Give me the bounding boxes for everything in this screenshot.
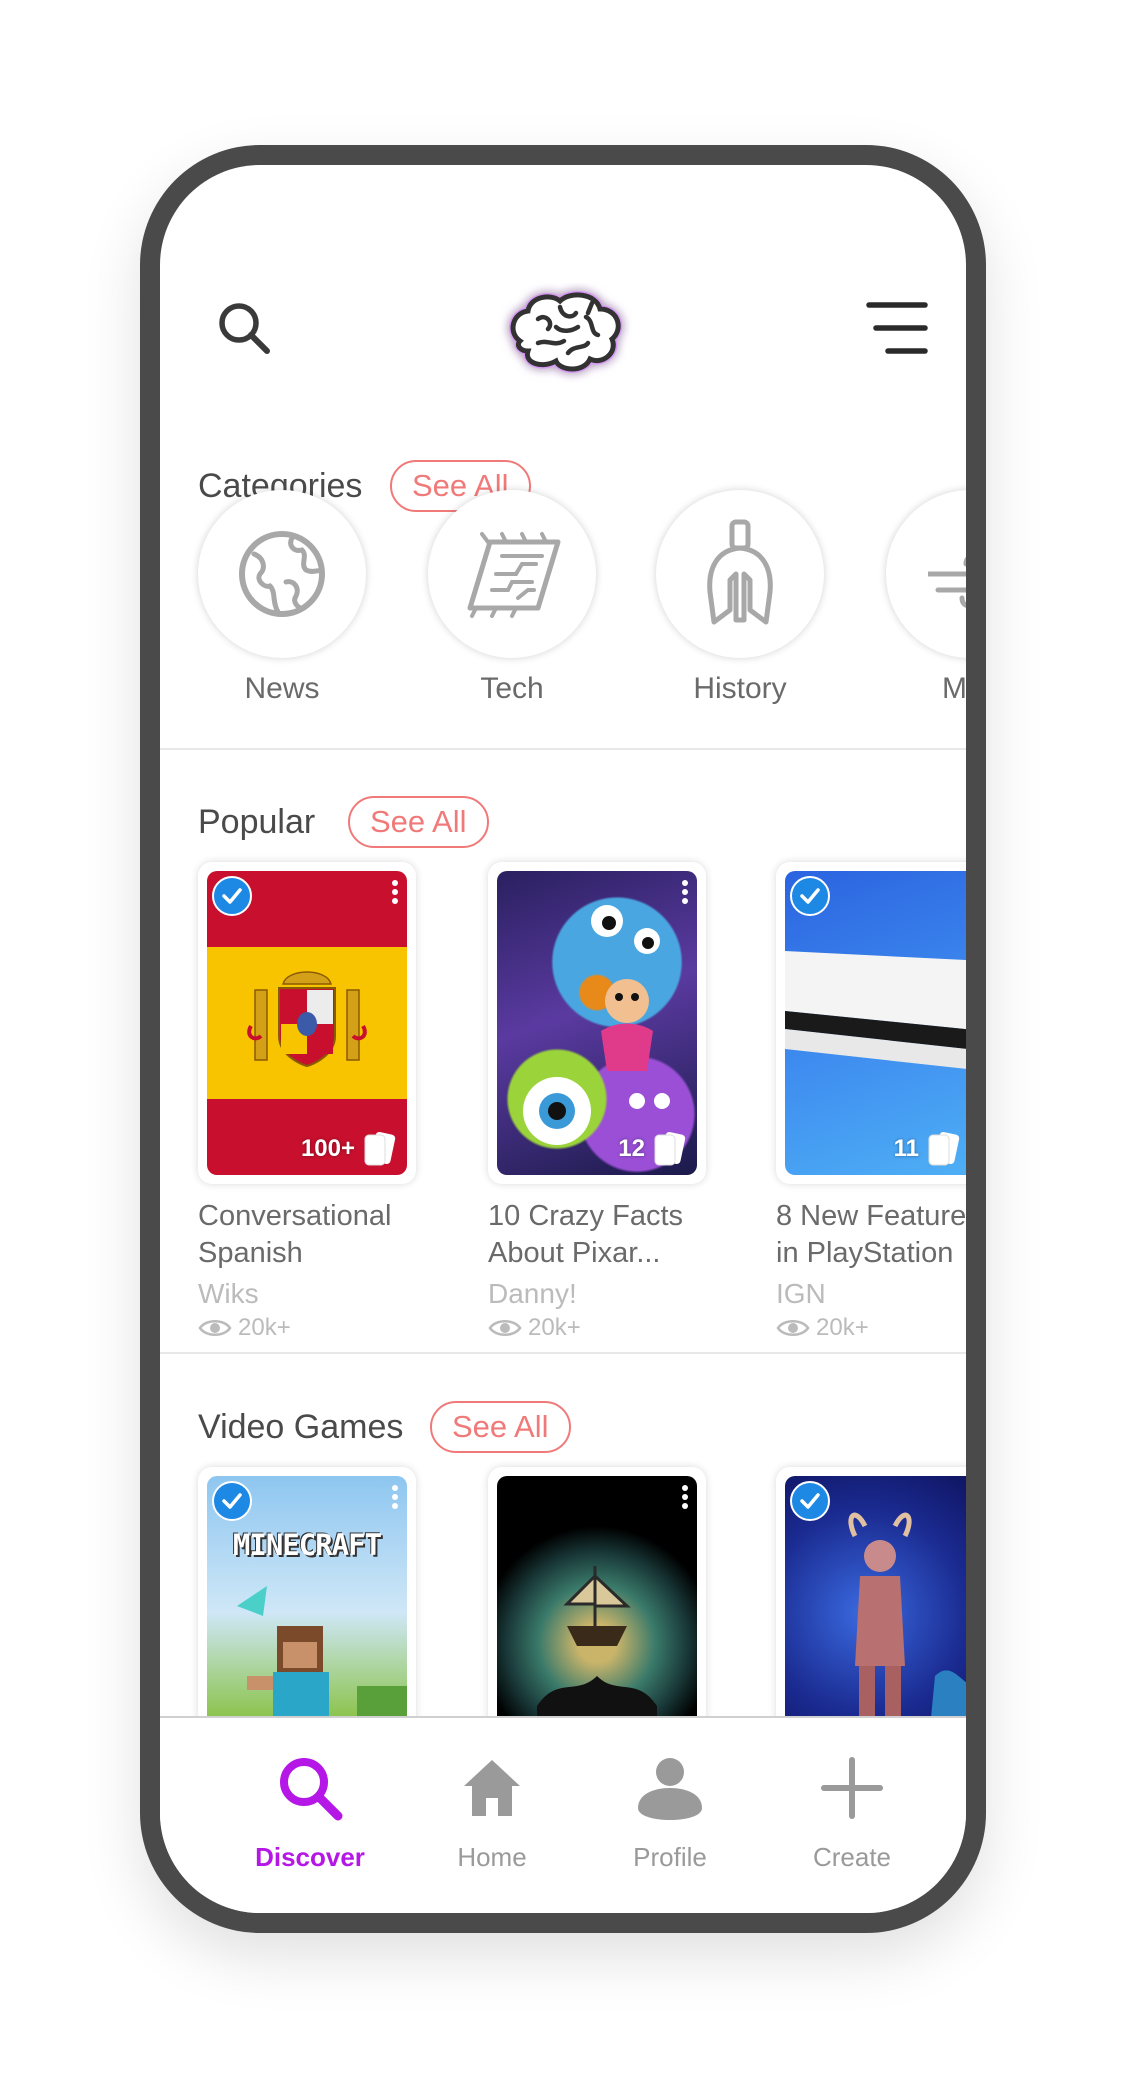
more-options-icon[interactable] [391, 1484, 399, 1510]
nav-profile[interactable]: Profile [600, 1748, 740, 1873]
more-options-icon[interactable] [681, 879, 689, 905]
card-image-pixar-monsters: 12 [497, 871, 697, 1175]
category-news[interactable]: News [198, 490, 366, 706]
section-divider [160, 748, 966, 750]
verified-badge-icon [790, 876, 830, 916]
popular-card[interactable]: 11 8 New Feature in PlayStation IGN 20k+ [776, 862, 966, 1342]
card-views: 20k+ [816, 1314, 869, 1341]
cards-stack-icon [928, 1131, 960, 1166]
phone-frame: Categories See All News Tech History M P… [140, 145, 986, 1933]
cards-stack-icon [364, 1131, 396, 1166]
brain-logo-icon[interactable] [498, 283, 632, 383]
popular-see-all-button[interactable]: See All [348, 796, 489, 848]
popular-card[interactable]: 12 10 Crazy Facts About Pixar... Danny! [488, 862, 706, 1342]
card-views: 20k+ [528, 1314, 581, 1341]
card-count: 11 [893, 1135, 919, 1162]
eye-icon [488, 1320, 522, 1336]
category-tech[interactable]: Tech [428, 490, 596, 706]
circuit-board-icon [467, 532, 561, 618]
minecraft-logo-text: MINECRAFT [232, 1528, 382, 1562]
verified-badge-icon [790, 1481, 830, 1521]
eye-icon [776, 1320, 810, 1336]
eye-icon [198, 1320, 232, 1336]
card-title: in PlayStation [776, 1237, 954, 1269]
menu-icon[interactable] [866, 299, 928, 357]
app-screen: Categories See All News Tech History M P… [160, 165, 966, 1913]
category-label: History [693, 672, 787, 705]
nav-label: Home [457, 1842, 527, 1872]
home-icon [464, 1760, 520, 1816]
section-divider [160, 1352, 966, 1354]
bottom-navigation: Discover Home Profile Create [160, 1716, 966, 1913]
popular-title: Popular [198, 803, 316, 841]
card-count: 100+ [300, 1135, 355, 1162]
card-title: About Pixar... [488, 1237, 661, 1269]
wind-icon [928, 557, 966, 608]
nav-home[interactable]: Home [422, 1748, 562, 1873]
card-author: Danny! [488, 1278, 577, 1309]
category-history[interactable]: History [656, 490, 824, 706]
card-title: Spanish [198, 1237, 303, 1269]
nav-label: Create [812, 1842, 892, 1872]
more-options-icon[interactable] [391, 879, 399, 905]
cards-stack-icon [654, 1131, 686, 1166]
nav-discover[interactable]: Discover [240, 1748, 380, 1873]
video-games-title: Video Games [198, 1408, 404, 1446]
card-image-spain-flag: 100+ [207, 871, 407, 1175]
category-label: Tech [480, 672, 544, 705]
more-options-icon[interactable] [681, 1484, 689, 1510]
category-label: News [244, 672, 320, 705]
popular-card[interactable]: 100+ Conversational Spanish Wiks 20k+ [198, 862, 416, 1342]
nav-create[interactable]: Create [782, 1748, 922, 1873]
card-author: IGN [776, 1278, 826, 1309]
search-icon [280, 1758, 343, 1821]
verified-badge-icon [212, 876, 252, 916]
category-partial[interactable]: Ma [886, 490, 966, 706]
nav-label: Profile [633, 1842, 707, 1872]
nav-label: Discover [255, 1842, 365, 1872]
profile-icon [638, 1758, 702, 1820]
plus-icon [821, 1757, 883, 1819]
spartan-helmet-icon [707, 519, 773, 625]
card-title: 10 Crazy Facts [488, 1200, 683, 1232]
card-image-playstation: 11 [785, 871, 966, 1175]
card-count: 12 [618, 1135, 645, 1162]
coat-of-arms-icon [247, 971, 367, 1068]
card-title: 8 New Feature [776, 1200, 966, 1232]
video-games-see-all-button[interactable]: See All [430, 1401, 571, 1453]
search-icon[interactable] [214, 298, 274, 358]
card-title: Conversational [198, 1200, 392, 1232]
category-label: Ma [942, 672, 966, 705]
card-views: 20k+ [238, 1314, 291, 1341]
card-author: Wiks [198, 1278, 259, 1309]
console-illustration [785, 951, 966, 1069]
globe-icon [239, 531, 325, 617]
verified-badge-icon [212, 1481, 252, 1521]
